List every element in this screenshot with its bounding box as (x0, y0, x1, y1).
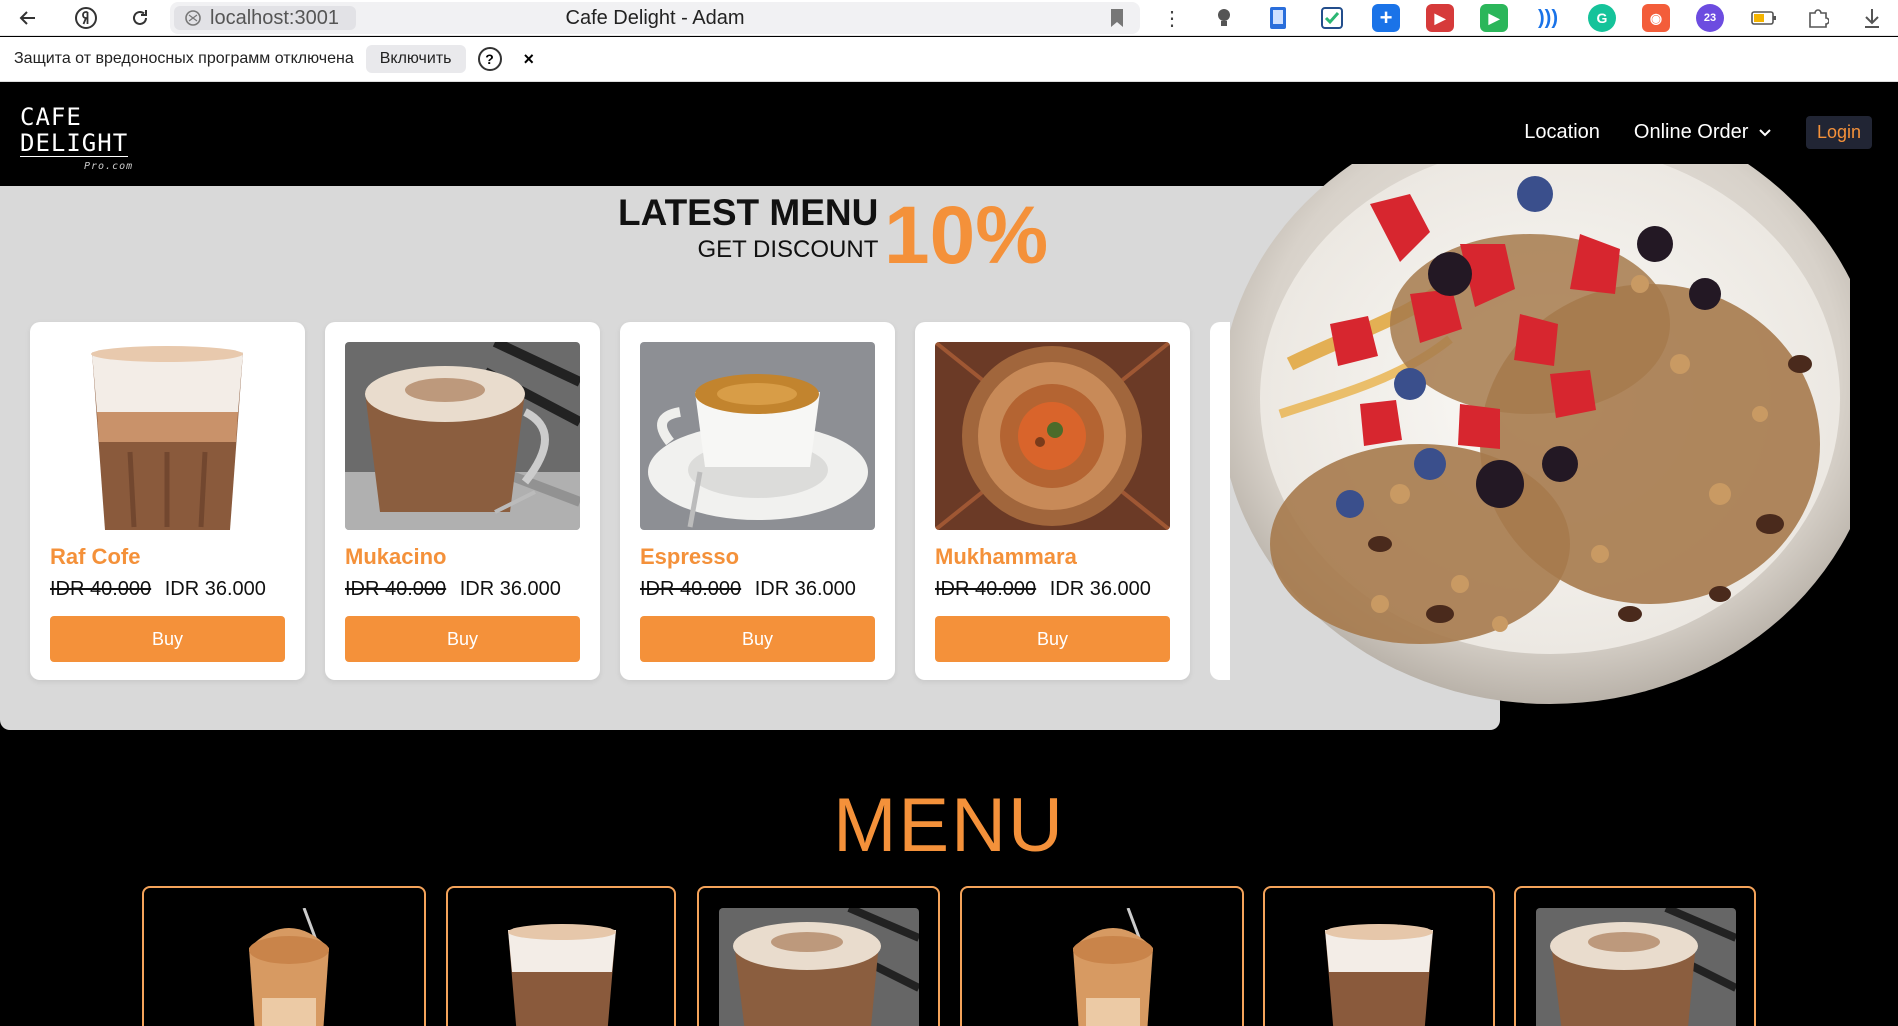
new-price: IDR 36.000 (754, 578, 856, 600)
iced-coffee-image (234, 908, 344, 1026)
bookmark-icon[interactable] (1110, 8, 1124, 33)
buy-button[interactable]: Buy (935, 616, 1170, 662)
buy-button[interactable]: Buy (345, 616, 580, 662)
mukacino-menu-image (719, 908, 919, 1026)
record-extension-icon[interactable]: ◉ (1642, 4, 1670, 32)
plus-extension-icon[interactable]: + (1372, 4, 1400, 32)
yandex-icon[interactable] (72, 4, 100, 32)
iced-coffee-image (1058, 908, 1168, 1026)
play-extension-icon[interactable]: ▶ (1480, 4, 1508, 32)
login-button[interactable]: Login (1805, 116, 1872, 149)
wave-extension-icon[interactable]: ))) (1534, 4, 1562, 32)
chevron-down-icon (1759, 129, 1771, 137)
old-price: IDR 40.000 (935, 578, 1037, 600)
product-price: IDR 40.000 IDR 36.000 (50, 578, 266, 601)
security-infobar: Защита от вредоносных программ отключена… (0, 37, 1898, 82)
menu-item-card[interactable] (446, 886, 676, 1026)
new-price: IDR 36.000 (164, 578, 266, 600)
latest-menu-heading: LATEST MENU (618, 192, 879, 233)
tablet-extension-icon[interactable] (1264, 4, 1292, 32)
menu-item-card[interactable] (1263, 886, 1495, 1026)
back-arrow-icon[interactable] (14, 4, 42, 32)
buy-button[interactable]: Buy (50, 616, 285, 662)
product-card: Raf Cofe IDR 40.000 IDR 36.000 Buy (30, 322, 305, 680)
raf-cofe-menu-image (1319, 908, 1439, 1026)
old-price: IDR 40.000 (50, 578, 152, 600)
raf-cofe-image (50, 342, 285, 530)
product-card: Mukhammara IDR 40.000 IDR 36.000 Buy (915, 322, 1190, 680)
security-warning-text: Защита от вредоносных программ отключена (14, 50, 354, 67)
new-price: IDR 36.000 (459, 578, 561, 600)
page-title: Cafe Delight - Adam (565, 7, 745, 29)
help-icon[interactable]: ? (477, 47, 502, 71)
site-logo[interactable]: CAFE DELIGHT Pro.com (20, 103, 132, 172)
product-price: IDR 40.000 IDR 36.000 (935, 578, 1151, 601)
product-card-partial (1210, 322, 1230, 680)
enable-protection-button[interactable]: Включить (365, 45, 466, 73)
lightbulb-extension-icon[interactable] (1210, 4, 1238, 32)
product-name: Mukacino (345, 544, 447, 569)
download-icon[interactable] (1858, 4, 1886, 32)
hero-heading-block: LATEST MENU GET DISCOUNT (618, 192, 878, 264)
old-price: IDR 40.000 (640, 578, 742, 600)
menu-item-card[interactable] (1514, 886, 1756, 1026)
main-nav: Location Online Order Login (1524, 116, 1872, 149)
puzzle-extension-icon[interactable] (1804, 4, 1832, 32)
close-infobar-icon[interactable]: × (524, 49, 535, 70)
browser-toolbar: localhost:3001 Cafe Delight - Adam ⋮ + ▶… (0, 0, 1898, 36)
product-name: Mukhammara (935, 544, 1077, 569)
logo-line-2: DELIGHT (20, 129, 129, 157)
mukacino-image (345, 342, 580, 530)
menu-heading: MENU (833, 783, 1065, 868)
old-price: IDR 40.000 (345, 578, 447, 600)
menu-item-card[interactable] (960, 886, 1244, 1026)
address-bar[interactable]: localhost:3001 Cafe Delight - Adam (170, 2, 1140, 34)
video-extension-icon[interactable]: ▶ (1426, 4, 1454, 32)
espresso-image (640, 342, 875, 530)
more-options-icon[interactable]: ⋮ (1162, 6, 1182, 31)
grammarly-extension-icon[interactable]: G (1588, 4, 1616, 32)
product-card: Mukacino IDR 40.000 IDR 36.000 Buy (325, 322, 600, 680)
product-price: IDR 40.000 IDR 36.000 (640, 578, 856, 601)
nav-location-link[interactable]: Location (1524, 121, 1600, 144)
extensions-bar: + ▶ ▶ ))) G ◉ 23 (1210, 4, 1886, 32)
product-name: Espresso (640, 544, 740, 569)
nav-online-order-dropdown[interactable]: Online Order (1634, 121, 1772, 144)
get-discount-label: GET DISCOUNT (697, 236, 879, 263)
battery-extension-icon[interactable] (1750, 4, 1778, 32)
product-name: Raf Cofe (50, 544, 141, 569)
checklist-extension-icon[interactable] (1318, 4, 1346, 32)
product-card: Espresso IDR 40.000 IDR 36.000 Buy (620, 322, 895, 680)
menu-item-card[interactable] (142, 886, 426, 1026)
reload-icon[interactable] (126, 4, 154, 32)
logo-line-1: CAFE (20, 103, 82, 131)
online-order-label: Online Order (1633, 121, 1749, 143)
buy-button[interactable]: Buy (640, 616, 875, 662)
mukacino-menu-image (1536, 908, 1736, 1026)
raf-cofe-menu-image (502, 908, 622, 1026)
granola-bowl-image (1200, 104, 1880, 704)
mukhammara-image (935, 342, 1170, 530)
product-price: IDR 40.000 IDR 36.000 (345, 578, 561, 601)
new-price: IDR 36.000 (1049, 578, 1151, 600)
discount-percent: 10% (884, 190, 1049, 281)
logo-signature: Pro.com (84, 161, 134, 172)
badge-extension-icon[interactable]: 23 (1696, 4, 1724, 32)
menu-item-card[interactable] (697, 886, 940, 1026)
